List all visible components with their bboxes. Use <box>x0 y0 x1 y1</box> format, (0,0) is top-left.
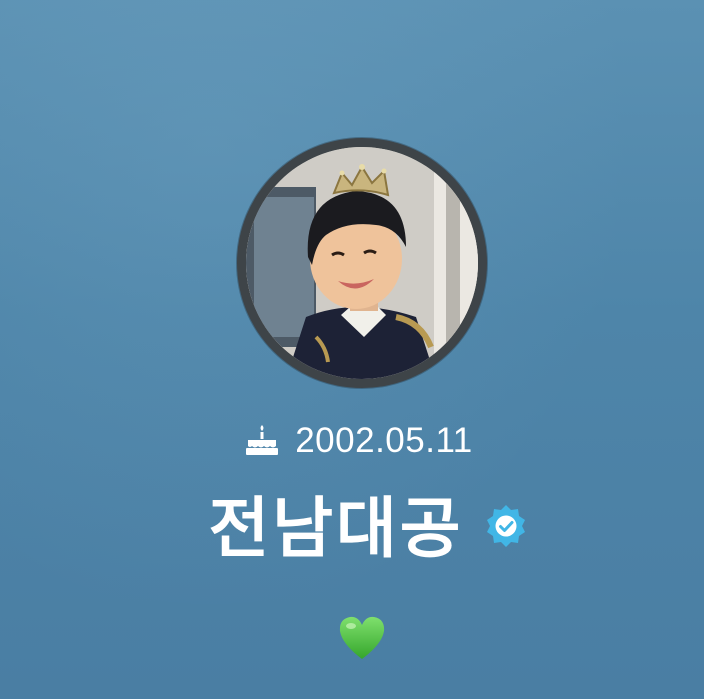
name-row: 전남대공 <box>0 478 704 568</box>
profile-photo-image <box>246 147 478 379</box>
birthday-row: 2002.05.11 <box>0 418 704 462</box>
display-name: 전남대공 <box>208 490 464 567</box>
green-heart-icon <box>339 616 385 659</box>
birthday-date: 2002.05.11 <box>295 421 473 460</box>
status-emoji-row <box>0 614 704 666</box>
birthday-cake-icon <box>246 425 279 455</box>
verified-badge-icon[interactable] <box>483 503 529 549</box>
profile-photo[interactable] <box>246 147 478 379</box>
profile-photo-ring[interactable] <box>237 138 487 388</box>
